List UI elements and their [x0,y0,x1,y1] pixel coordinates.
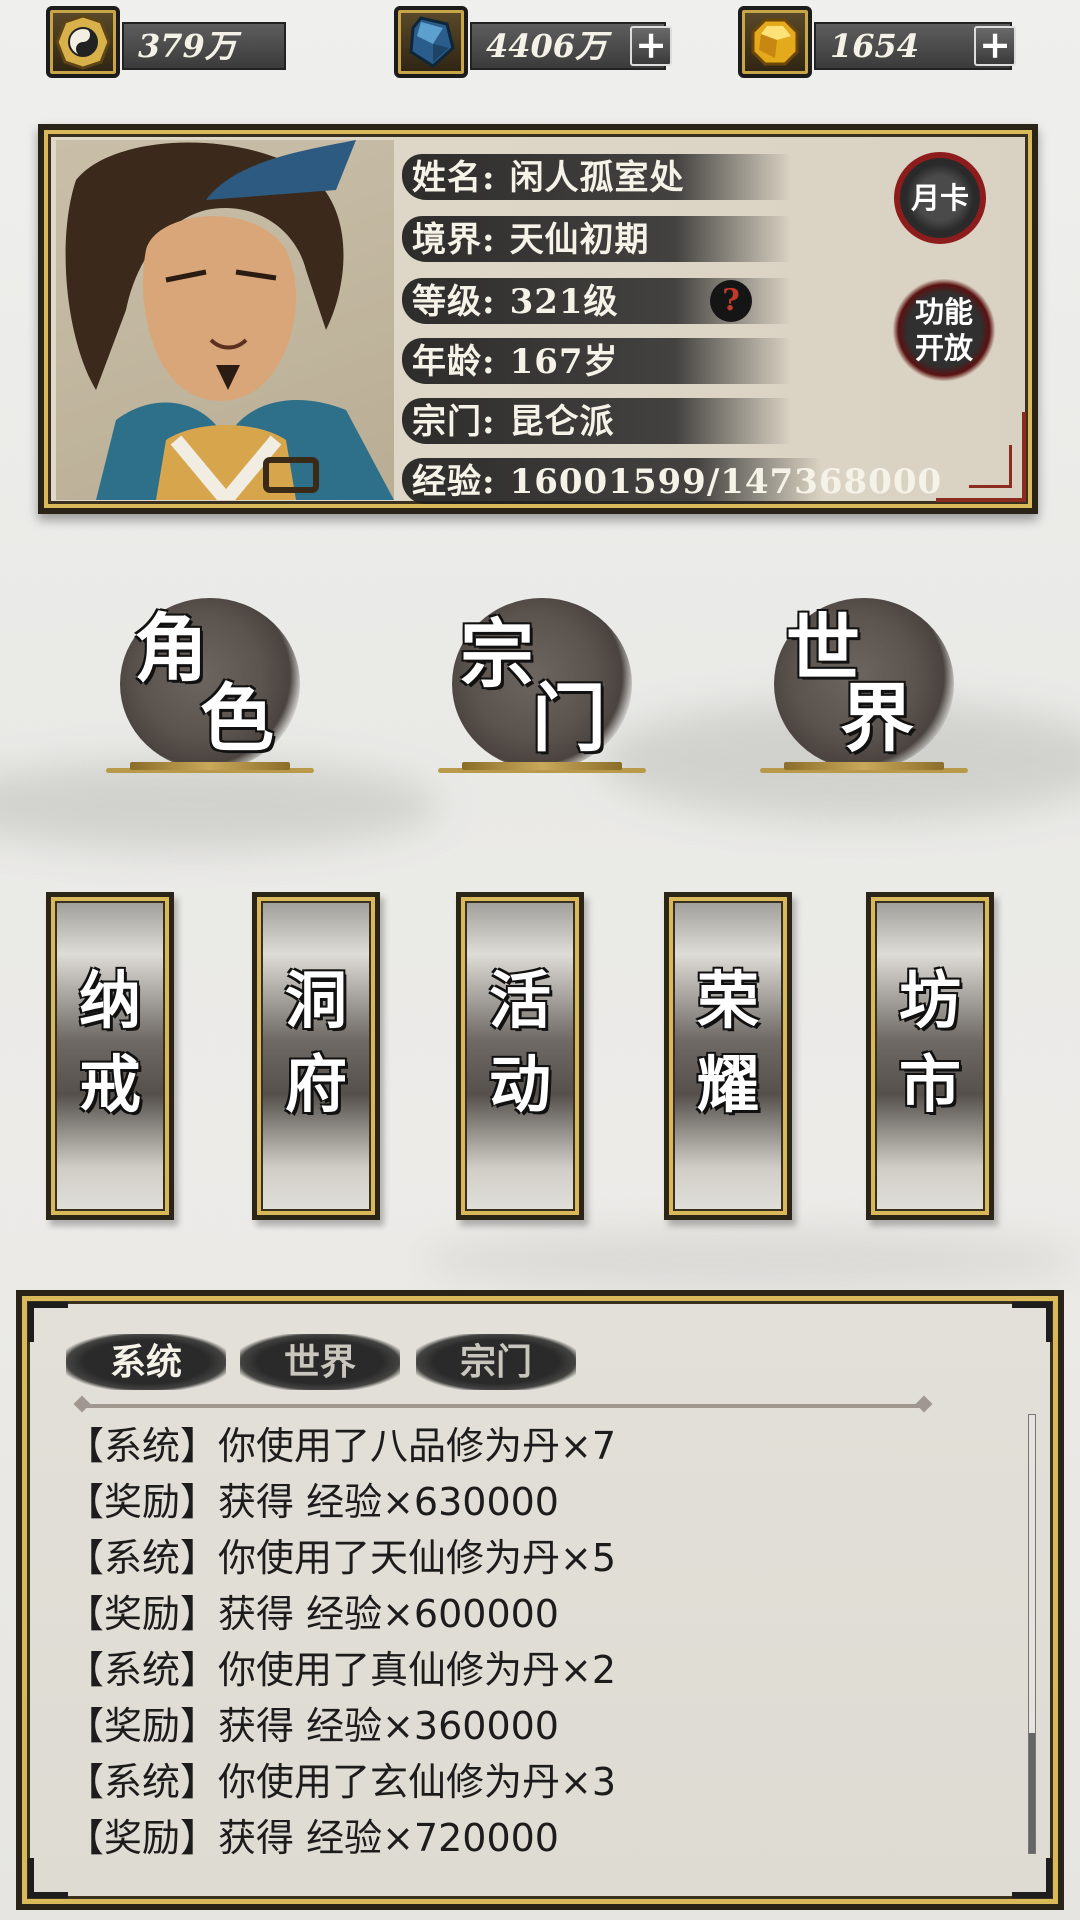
currency-crystal: 4406万 + [394,6,674,78]
character-level: 321级 [509,282,619,322]
month-card-button[interactable]: 月卡 [894,152,986,244]
chat-message: 【系统】你使用了真仙修为丹×2 [66,1648,617,1692]
profile-realm-row: 境界: 天仙初期 [402,212,792,264]
cave-dwelling-label: 洞 [284,964,347,1037]
chat-message: 【系统】你使用了八品修为丹×7 [66,1424,617,1468]
storage-ring-button[interactable]: 纳 戒 [46,892,174,1220]
chat-message: 【系统】你使用了天仙修为丹×5 [66,1536,617,1580]
character-age: 167岁 [509,342,619,382]
currency-gold: 1654 + [738,6,1018,78]
corner-ornament [28,1302,68,1342]
tab-system[interactable]: 系统 [66,1334,226,1390]
chat-panel: 系统 世界 宗门 【系统】你使用了八品修为丹×7 【奖励】获得 经验×63000… [16,1290,1064,1910]
level-label: 等级: [412,282,496,322]
events-label: 动 [488,1048,551,1121]
coin-amount: 379万 [122,22,286,70]
tab-sect[interactable]: 宗门 [416,1334,576,1390]
sect-label: 宗门: [412,402,496,442]
market-label: 市 [898,1048,961,1121]
character-button[interactable]: 角 色 [100,590,320,790]
profile-name-row: 姓名: 闲人孤室处 [402,150,792,202]
corner-ornament [28,1858,68,1898]
chat-message: 【奖励】获得 经验×630000 [66,1480,559,1524]
blue-crystal-icon [394,6,468,78]
currency-coins: 379万 [46,6,286,78]
sect-button-label: 门 [532,676,606,762]
storage-ring-label: 纳 [78,964,141,1037]
character-exp: 16001599/147368000 [509,462,943,502]
tab-world[interactable]: 世界 [240,1334,400,1390]
level-help-icon[interactable]: ? [710,280,752,322]
cave-dwelling-button[interactable]: 洞 府 [252,892,380,1220]
mountain-mist [420,1230,1080,1290]
cave-dwelling-label: 府 [284,1048,347,1121]
world-button-label: 世 [786,606,860,692]
world-button[interactable]: 世 界 [754,590,974,790]
add-crystal-button[interactable]: + [630,26,672,66]
chat-message: 【系统】你使用了玄仙修为丹×3 [66,1760,617,1804]
name-label: 姓名: [412,158,496,198]
sect-button[interactable]: 宗 门 [432,590,652,790]
market-button[interactable]: 坊 市 [866,892,994,1220]
add-gold-button[interactable]: + [974,26,1016,66]
character-portrait[interactable] [56,140,394,500]
character-name: 闲人孤室处 [509,158,685,198]
profile-sect-row: 宗门: 昆仑派 [402,394,792,446]
chat-scrollbar-thumb[interactable] [1029,1733,1035,1853]
profile-panel: 姓名: 闲人孤室处 境界: 天仙初期 等级: 321级 ? 年龄: 167岁 宗门: 昆仑… [38,124,1038,514]
market-label: 坊 [898,964,961,1037]
tab-divider [82,1404,924,1408]
sect-button-label: 宗 [460,612,534,698]
corner-ornament [1012,1858,1052,1898]
feature-unlock-button[interactable]: 功能开放 [892,278,996,382]
profile-level-row: 等级: 321级 ? [402,274,792,326]
chat-message: 【奖励】获得 经验×720000 [66,1816,559,1860]
events-button[interactable]: 活 动 [456,892,584,1220]
character-sect: 昆仑派 [509,402,615,442]
chat-message: 【奖励】获得 经验×360000 [66,1704,559,1748]
corner-fret-ornament [936,412,1026,502]
events-label: 活 [488,964,551,1037]
yin-yang-coin-icon [46,6,120,78]
glory-button[interactable]: 荣 耀 [664,892,792,1220]
chat-scrollbar[interactable] [1028,1414,1036,1854]
glory-label: 荣 [696,964,759,1037]
character-realm: 天仙初期 [509,220,650,260]
profile-age-row: 年龄: 167岁 [402,334,792,386]
character-button-label: 色 [200,676,274,762]
storage-ring-label: 戒 [78,1048,141,1121]
exp-label: 经验: [412,462,496,502]
glory-label: 耀 [696,1048,759,1121]
corner-ornament [1012,1302,1052,1342]
realm-label: 境界: [412,220,496,260]
chat-message-list[interactable]: 【系统】你使用了八品修为丹×7 【奖励】获得 经验×630000 【系统】你使用… [66,1418,986,1866]
chat-message: 【奖励】获得 经验×600000 [66,1592,559,1636]
character-button-label: 角 [134,606,208,692]
age-label: 年龄: [412,342,496,382]
profile-exp-row: 经验: 16001599/147368000 [402,454,943,506]
world-button-label: 界 [840,676,914,762]
gold-gem-icon [738,6,812,78]
